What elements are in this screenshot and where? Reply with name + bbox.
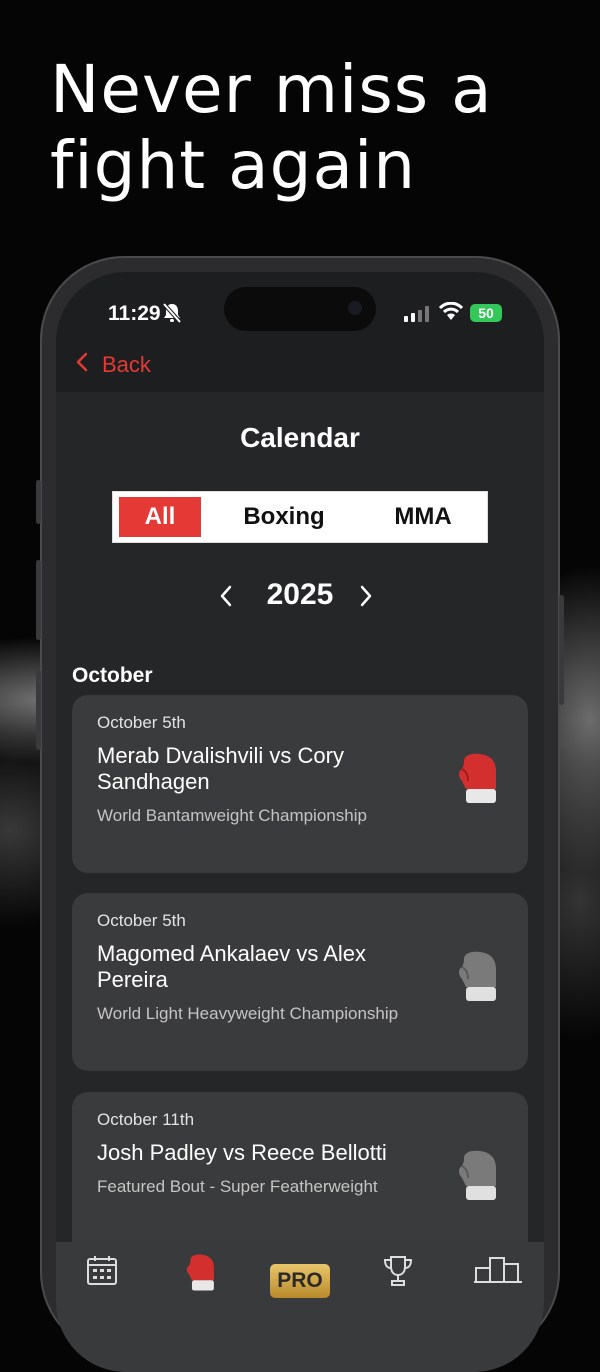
- back-label: Back: [102, 352, 151, 377]
- side-button: [36, 480, 41, 524]
- boxing-glove-icon[interactable]: [456, 951, 498, 1007]
- year-selector: 2025: [56, 572, 544, 622]
- tab-calendar[interactable]: [70, 1254, 134, 1294]
- volume-down-button: [36, 670, 41, 750]
- status-bar: 11:29 50: [56, 272, 544, 352]
- tab-leaderboard[interactable]: [466, 1254, 530, 1294]
- front-camera: [348, 301, 362, 315]
- event-fight: Merab Dvalishvili vs Cory Sandhagen: [97, 743, 344, 794]
- volume-up-button: [36, 560, 41, 640]
- event-date: October 5th: [97, 713, 186, 732]
- tab-bar: PRO: [56, 1242, 544, 1372]
- back-button[interactable]: Back: [76, 352, 151, 378]
- event-date: October 5th: [97, 911, 186, 930]
- tab-predictions[interactable]: [366, 1254, 430, 1294]
- chevron-left-icon: [76, 352, 88, 378]
- event-subtitle: Featured Bout - Super Featherweight: [97, 1177, 378, 1196]
- calendar-icon: [86, 1254, 118, 1294]
- trophy-icon: [382, 1254, 414, 1294]
- wifi-icon: [438, 301, 464, 326]
- event-card[interactable]: October 5th Merab Dvalishvili vs Cory Sa…: [72, 695, 528, 873]
- event-card[interactable]: October 5th Magomed Ankalaev vs Alex Per…: [72, 893, 528, 1071]
- page-title: Calendar: [240, 422, 360, 453]
- sport-filter: All Boxing MMA: [112, 491, 488, 543]
- silent-bell-icon: [162, 302, 182, 328]
- app-screen: 11:29 50 Back Calendar All Boxing MMA 20…: [56, 272, 544, 1372]
- previous-year-chevron-icon[interactable]: [218, 584, 234, 612]
- tab-my-fights[interactable]: [168, 1254, 232, 1294]
- leaderboard-icon: [474, 1254, 522, 1294]
- event-subtitle: World Light Heavyweight Championship: [97, 1004, 399, 1023]
- cellular-signal-icon: [404, 306, 432, 326]
- glove-icon: [184, 1254, 216, 1294]
- next-year-chevron-icon[interactable]: [358, 584, 374, 612]
- segment-mma[interactable]: MMA: [367, 497, 479, 537]
- headline: Never miss a fight again: [50, 51, 493, 204]
- segment-boxing[interactable]: Boxing: [221, 497, 347, 537]
- event-fight: Magomed Ankalaev vs Alex Pereira: [97, 941, 367, 992]
- navigation-bar: Back: [56, 352, 544, 393]
- power-button: [559, 595, 564, 705]
- month-heading: October: [72, 664, 153, 687]
- status-time: 11:29: [108, 302, 161, 325]
- battery-indicator: 50: [470, 304, 502, 322]
- segment-all[interactable]: All: [119, 497, 201, 537]
- dynamic-island: [224, 287, 376, 331]
- boxing-glove-icon[interactable]: [456, 1150, 498, 1206]
- pro-badge[interactable]: PRO: [270, 1264, 330, 1298]
- boxing-glove-icon[interactable]: [456, 753, 498, 809]
- event-fight: Josh Padley vs Reece Bellotti: [97, 1140, 387, 1165]
- year-label: 2025: [266, 578, 334, 611]
- event-subtitle: World Bantamweight Championship: [97, 806, 367, 825]
- event-date: October 11th: [97, 1110, 195, 1129]
